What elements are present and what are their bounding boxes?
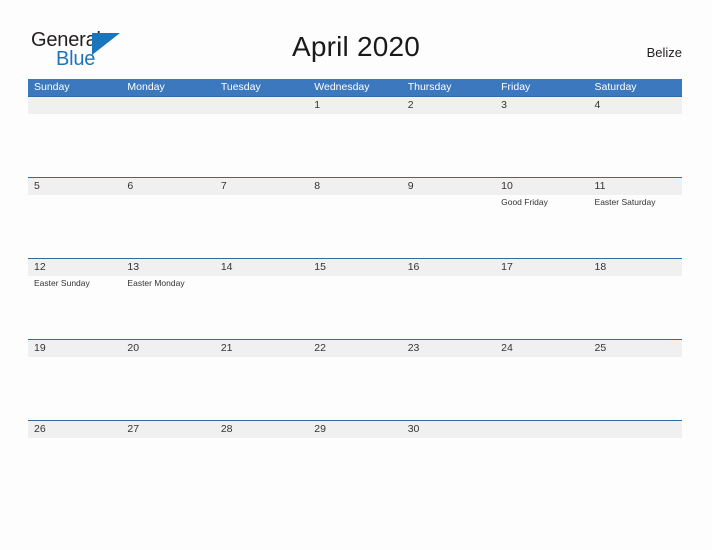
day-event — [308, 195, 401, 258]
day-event — [589, 357, 682, 420]
day-event-easter-sunday: Easter Sunday — [34, 278, 90, 288]
day-number[interactable]: 13 — [121, 259, 214, 276]
day-event — [28, 195, 121, 258]
day-event — [495, 357, 588, 420]
day-event — [28, 357, 121, 420]
day-event — [308, 276, 401, 339]
weekday-header-row: Sunday Monday Tuesday Wednesday Thursday… — [28, 79, 682, 96]
week-date-strip: 12 13 14 15 16 17 18 — [28, 259, 682, 276]
weekday-header-friday: Friday — [501, 81, 531, 93]
week-date-strip: 19 20 21 22 23 24 25 — [28, 340, 682, 357]
day-number[interactable]: 26 — [28, 421, 121, 438]
day-event-easter-monday: Easter Monday — [127, 278, 185, 288]
day-number[interactable]: 8 — [308, 178, 401, 195]
day-event — [495, 276, 588, 339]
day-number[interactable]: 17 — [495, 259, 588, 276]
day-number[interactable]: 22 — [308, 340, 401, 357]
day-number[interactable]: 23 — [402, 340, 495, 357]
day-number[interactable]: 24 — [495, 340, 588, 357]
calendar-week-row: 12 13 14 15 16 17 18 Easter Sunday Easte… — [28, 258, 682, 339]
calendar-page: General Blue April 2020 Belize Sunday Mo… — [0, 0, 712, 550]
week-event-strip: Easter Sunday Easter Monday — [28, 276, 682, 339]
day-event — [121, 195, 214, 258]
page-header: General Blue April 2020 Belize — [0, 0, 712, 79]
day-number[interactable]: 19 — [28, 340, 121, 357]
day-event — [402, 114, 495, 177]
day-number[interactable]: 10 — [495, 178, 588, 195]
day-number[interactable]: 20 — [121, 340, 214, 357]
day-event-easter-saturday: Easter Saturday — [594, 197, 656, 207]
calendar-week-row: 19 20 21 22 23 24 25 — [28, 339, 682, 420]
weekday-header-wednesday: Wednesday — [314, 81, 370, 93]
day-number[interactable]: 18 — [589, 259, 682, 276]
day-event — [215, 114, 308, 177]
weekday-header-thursday: Thursday — [407, 81, 452, 93]
day-number[interactable] — [495, 421, 588, 438]
day-event — [215, 276, 308, 339]
week-event-strip: Good Friday Easter Saturday — [28, 195, 682, 258]
day-event — [402, 195, 495, 258]
day-number[interactable]: 11 — [589, 178, 682, 195]
week-date-strip: 5 6 7 8 9 10 11 — [28, 178, 682, 195]
day-number[interactable]: 21 — [215, 340, 308, 357]
day-event — [28, 114, 121, 177]
day-event — [308, 357, 401, 420]
week-event-strip — [28, 114, 682, 177]
day-number[interactable]: 15 — [308, 259, 401, 276]
day-number[interactable]: 5 — [28, 178, 121, 195]
weekday-header-saturday: Saturday — [594, 81, 637, 93]
day-number[interactable]: 27 — [121, 421, 214, 438]
day-number[interactable] — [28, 97, 121, 114]
day-event-good-friday: Good Friday — [501, 197, 548, 207]
day-number[interactable]: 12 — [28, 259, 121, 276]
calendar-week-row: 1 2 3 4 — [28, 96, 682, 177]
day-number[interactable]: 29 — [308, 421, 401, 438]
week-event-strip — [28, 357, 682, 420]
day-number[interactable] — [215, 97, 308, 114]
day-number[interactable]: 28 — [215, 421, 308, 438]
day-number[interactable]: 16 — [402, 259, 495, 276]
day-number[interactable]: 9 — [402, 178, 495, 195]
day-event — [402, 276, 495, 339]
day-number[interactable]: 2 — [402, 97, 495, 114]
day-number[interactable] — [589, 421, 682, 438]
week-date-strip: 26 27 28 29 30 — [28, 421, 682, 438]
day-number[interactable]: 7 — [215, 178, 308, 195]
day-event — [308, 114, 401, 177]
day-number[interactable]: 4 — [589, 97, 682, 114]
day-number[interactable]: 6 — [121, 178, 214, 195]
calendar-week-row: 5 6 7 8 9 10 11 Good Friday Easter Satur… — [28, 177, 682, 258]
day-number[interactable] — [121, 97, 214, 114]
weekday-header-monday: Monday — [127, 81, 165, 93]
day-number[interactable]: 1 — [308, 97, 401, 114]
day-number[interactable]: 25 — [589, 340, 682, 357]
calendar-week-row: 26 27 28 29 30 — [28, 420, 682, 438]
calendar-grid: Sunday Monday Tuesday Wednesday Thursday… — [28, 79, 682, 438]
page-title: April 2020 — [291, 31, 421, 62]
day-event — [215, 357, 308, 420]
day-event — [121, 357, 214, 420]
day-event — [121, 114, 214, 177]
day-number[interactable]: 3 — [495, 97, 588, 114]
week-date-strip: 1 2 3 4 — [28, 97, 682, 114]
day-number[interactable]: 14 — [215, 259, 308, 276]
day-number[interactable]: 30 — [402, 421, 495, 438]
country-label: Belize — [646, 45, 682, 60]
day-event — [589, 114, 682, 177]
day-event — [215, 195, 308, 258]
day-event — [402, 357, 495, 420]
weekday-header-sunday: Sunday — [34, 81, 70, 93]
weekday-header-tuesday: Tuesday — [220, 81, 261, 93]
day-event — [495, 114, 588, 177]
day-event — [589, 276, 682, 339]
